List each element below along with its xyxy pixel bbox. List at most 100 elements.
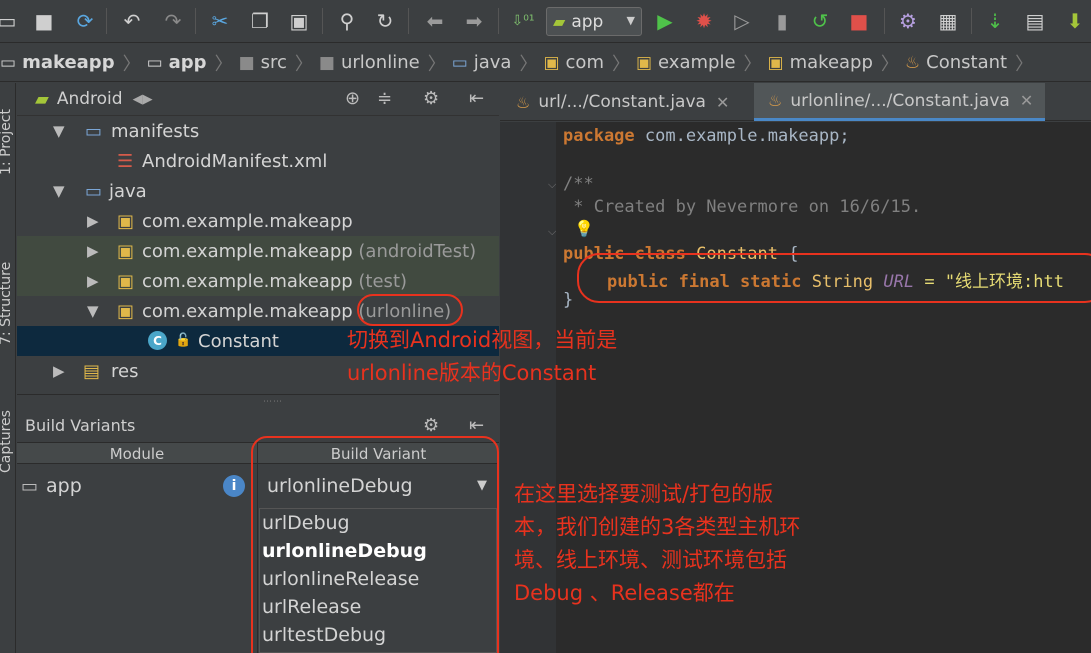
- annotation-circle-urlonline: [357, 294, 463, 326]
- avd-manager-icon[interactable]: ▤: [1020, 6, 1050, 36]
- java-file-icon: ♨: [768, 91, 783, 110]
- tree-item-java[interactable]: ▼ ▭ java: [17, 176, 499, 206]
- project-tool-button[interactable]: 1: Project: [0, 109, 14, 175]
- resource-folder-icon: ▤: [83, 360, 101, 382]
- expanded-arrow-icon[interactable]: ▼: [53, 182, 65, 200]
- sdk-manager-icon[interactable]: ⬇: [1060, 6, 1090, 36]
- folder-icon: ▭: [85, 120, 103, 142]
- hide-panel-icon[interactable]: ⇤: [469, 415, 484, 436]
- fold-marker-icon[interactable]: ⌵: [548, 225, 556, 239]
- attach-debugger-icon[interactable]: ▷: [727, 6, 757, 36]
- package-icon: ▣: [543, 52, 560, 73]
- run-config-label: app: [571, 11, 604, 32]
- code-line-comment-body: * Created by Nevermore on 16/6/15.: [563, 197, 922, 217]
- sync-icon[interactable]: ⟳: [70, 6, 100, 36]
- hide-panel-icon[interactable]: ⇤: [469, 88, 484, 109]
- cut-icon[interactable]: ✂: [205, 6, 235, 36]
- code-line-package: package com.example.makeapp;: [563, 126, 850, 146]
- sync-gradle-icon[interactable]: ⇣: [980, 6, 1010, 36]
- breadcrumb-src[interactable]: ■ src: [235, 44, 295, 81]
- breadcrumb-example[interactable]: ▣ example: [632, 44, 744, 81]
- tool-window-strip: 1: Project 7: Structure Captures: [0, 83, 16, 653]
- save-icon[interactable]: ■: [29, 6, 59, 36]
- column-header-module[interactable]: Module: [17, 443, 257, 464]
- run-configuration-select[interactable]: ▰ app ▼: [546, 7, 642, 36]
- package-icon: ▣: [635, 52, 653, 73]
- tree-item-package-main[interactable]: ▶ ▣ com.example.makeapp: [17, 206, 499, 236]
- breadcrumb-app[interactable]: ▭ app: [143, 44, 215, 81]
- info-icon[interactable]: i: [223, 475, 245, 497]
- settings-icon[interactable]: ⚙: [893, 6, 923, 36]
- breadcrumb-makeapp-package[interactable]: ▣ makeapp: [764, 44, 881, 81]
- collapsed-arrow-icon[interactable]: ▶: [53, 362, 65, 380]
- replace-icon[interactable]: ↻: [370, 6, 400, 36]
- project-structure-icon[interactable]: ▦: [933, 6, 963, 36]
- tree-item-package-test[interactable]: ▶ ▣ com.example.makeapp (test): [17, 266, 499, 296]
- copy-icon[interactable]: ❐: [245, 6, 275, 36]
- structure-tool-button[interactable]: 7: Structure: [0, 262, 14, 345]
- redo-icon[interactable]: ↷: [158, 6, 188, 36]
- forward-icon[interactable]: ➡: [459, 6, 489, 36]
- run-icon[interactable]: ▶: [650, 6, 680, 36]
- undo-icon[interactable]: ↶: [117, 6, 147, 36]
- android-icon: ▰: [553, 12, 566, 31]
- open-folder-icon[interactable]: ▭: [0, 6, 22, 36]
- panel-splitter[interactable]: ⋯⋯: [17, 394, 499, 408]
- expanded-arrow-icon[interactable]: ▼: [53, 122, 65, 140]
- java-class-icon: C: [148, 331, 167, 350]
- java-class-icon: ♨: [904, 52, 921, 73]
- module-icon: ▭: [146, 52, 163, 73]
- coverage-icon[interactable]: ▮: [767, 6, 797, 36]
- back-icon[interactable]: ⬅: [420, 6, 450, 36]
- package-icon: ▣: [117, 300, 135, 322]
- module-icon: ▭: [0, 52, 17, 73]
- module-cell-app[interactable]: ▭ app: [17, 465, 257, 507]
- debug-icon[interactable]: ✹: [689, 6, 719, 36]
- breadcrumb-constant[interactable]: ♨ Constant: [901, 44, 1015, 81]
- collapsed-arrow-icon[interactable]: ▶: [87, 272, 99, 290]
- make-project-icon[interactable]: ⇩⁰¹: [508, 6, 538, 36]
- package-icon: ▣: [117, 210, 135, 232]
- breadcrumb-com[interactable]: ▣ com: [539, 44, 612, 81]
- folder-icon: ■: [318, 52, 335, 73]
- package-icon: ▣: [767, 52, 784, 73]
- tree-item-manifests[interactable]: ▼ ▭ manifests: [17, 116, 499, 146]
- navigation-breadcrumb: ▭ makeapp 〉 ▭ app 〉 ■ src 〉 ■ urlonline 〉 ▭ java 〉…: [0, 44, 1091, 82]
- tab-urlonline-constant[interactable]: ♨ urlonline/.../Constant.java ✕: [754, 83, 1046, 121]
- intention-bulb-icon[interactable]: 💡: [574, 219, 594, 238]
- stop-icon[interactable]: ■: [844, 6, 874, 36]
- package-icon: ▣: [117, 240, 135, 262]
- tree-item-package-android-test[interactable]: ▶ ▣ com.example.makeapp (androidTest): [17, 236, 499, 266]
- gear-icon[interactable]: ⚙: [423, 415, 439, 436]
- module-icon: ▭: [21, 475, 39, 497]
- annotation-note-variants: 在这里选择要测试/打包的版 本，我们创建的3各类型主机环 境、线上环境、测试环境…: [514, 482, 801, 605]
- find-icon[interactable]: ⚲: [332, 6, 362, 36]
- breadcrumb-urlonline[interactable]: ■ urlonline: [315, 44, 428, 81]
- collapse-all-icon[interactable]: ≑: [377, 88, 392, 109]
- close-icon[interactable]: ✕: [1020, 91, 1033, 110]
- android-icon: ▰: [35, 88, 49, 110]
- collapsed-arrow-icon[interactable]: ▶: [87, 212, 99, 230]
- editor-tabs: ♨ url/.../Constant.java ✕ ♨ urlonline/..…: [500, 83, 1091, 121]
- project-panel-header: ▰ Android ◀▶ ⊕ ≑ ⚙ ⇤: [17, 83, 499, 116]
- main-toolbar: ▭ ■ ⟳ ↶ ↷ ✂ ❐ ▣ ⚲ ↻ ⬅ ➡ ⇩⁰¹ ▰ app ▼ ▶ ✹ …: [0, 0, 1091, 43]
- project-view-mode[interactable]: Android: [57, 89, 123, 109]
- collapsed-arrow-icon[interactable]: ▶: [87, 242, 99, 260]
- view-switch-icon[interactable]: ◀▶: [133, 92, 153, 107]
- folder-icon: ▭: [451, 52, 468, 73]
- paste-icon[interactable]: ▣: [284, 6, 314, 36]
- breadcrumb-java[interactable]: ▭ java: [448, 44, 520, 81]
- scroll-from-source-icon[interactable]: ⊕: [345, 88, 360, 109]
- code-line-comment-open: /**: [563, 174, 594, 194]
- expanded-arrow-icon[interactable]: ▼: [87, 302, 99, 320]
- tree-item-android-manifest[interactable]: ☰ AndroidManifest.xml: [17, 146, 499, 176]
- tab-url-constant[interactable]: ♨ url/.../Constant.java ✕: [516, 83, 729, 121]
- fold-marker-icon[interactable]: ⌵: [548, 178, 556, 192]
- captures-tool-button[interactable]: Captures: [0, 410, 14, 473]
- close-icon[interactable]: ✕: [716, 93, 729, 112]
- breadcrumb-makeapp-project[interactable]: ▭ makeapp: [0, 44, 123, 81]
- splitter-grip-icon: ⋯⋯: [263, 397, 283, 407]
- gear-icon[interactable]: ⚙: [423, 88, 439, 109]
- code-line-close-brace: }: [563, 290, 574, 310]
- rerun-icon[interactable]: ↺: [805, 6, 835, 36]
